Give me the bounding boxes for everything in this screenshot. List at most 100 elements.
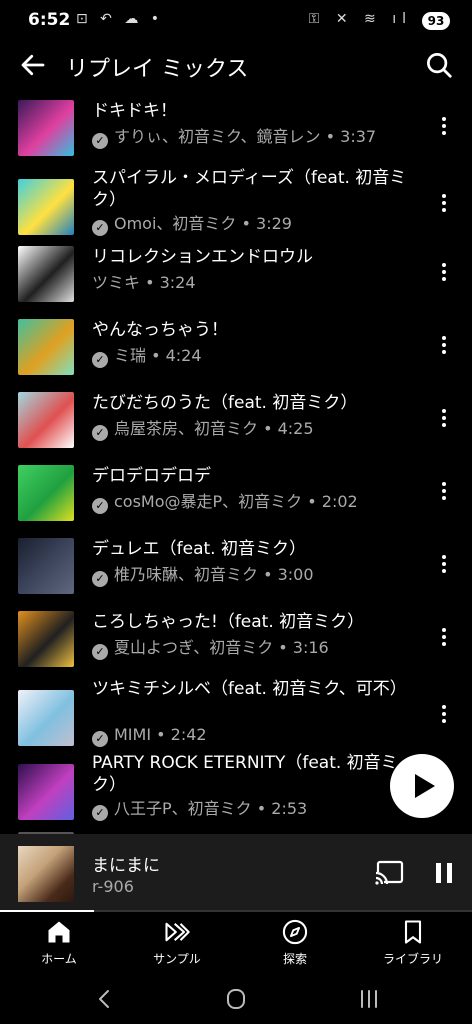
verified-check-icon: ✓ bbox=[92, 805, 108, 821]
library-icon bbox=[404, 920, 422, 944]
verified-check-icon: ✓ bbox=[92, 220, 108, 236]
track-row[interactable]: やんなっちゃう！ ✓ ミ瑞 • 4:24 bbox=[0, 311, 472, 385]
back-icon[interactable] bbox=[90, 986, 120, 1012]
track-thumbnail bbox=[18, 465, 74, 521]
track-meta: ミ瑞 • 4:24 bbox=[114, 346, 202, 365]
pause-icon[interactable] bbox=[432, 860, 456, 886]
system-status-icons: ⚿ ✕ ≋ ıl bbox=[308, 11, 412, 27]
more-options-icon[interactable] bbox=[432, 479, 456, 507]
nav-explore-label: 探索 bbox=[282, 952, 307, 966]
track-row[interactable]: リコレクションエンドロウル ツミキ • 3:24 bbox=[0, 238, 472, 312]
track-subtitle: ✓ すりぃ、初音ミク、鏡音レン • 3:37 bbox=[92, 126, 422, 149]
home-icon bbox=[48, 921, 70, 943]
more-options-dot bbox=[442, 350, 446, 354]
more-options-dot bbox=[442, 277, 446, 281]
track-thumbnail bbox=[18, 100, 74, 156]
nav-samples[interactable]: サンプル bbox=[118, 918, 236, 974]
track-subtitle: ✓ 椎乃味醂、初音ミク • 3:00 bbox=[92, 564, 422, 587]
track-subtitle: ✓ 八王子P、初音ミク • 2:53 bbox=[92, 798, 422, 821]
more-options-dot bbox=[442, 712, 446, 716]
more-options-dot bbox=[442, 263, 446, 267]
play-button[interactable] bbox=[390, 754, 454, 818]
more-options-dot bbox=[442, 201, 446, 205]
track-subtitle: ✓ Omoi、初音ミク • 3:29 bbox=[92, 213, 422, 236]
nav-library[interactable]: ライブラリ bbox=[354, 918, 472, 974]
track-thumbnail bbox=[18, 764, 74, 820]
home-circle-icon[interactable] bbox=[221, 986, 251, 1012]
more-options-icon[interactable] bbox=[432, 625, 456, 653]
track-thumbnail bbox=[18, 246, 74, 302]
verified-check-icon: ✓ bbox=[92, 352, 108, 368]
more-options-dot bbox=[442, 409, 446, 413]
more-options-icon[interactable] bbox=[432, 406, 456, 434]
more-options-icon[interactable] bbox=[432, 552, 456, 580]
track-row[interactable]: たびだちのうた（feat. 初音ミク） ✓ 烏屋茶房、初音ミク • 4:25 bbox=[0, 384, 472, 458]
more-options-dot bbox=[442, 482, 446, 486]
verified-check-icon: ✓ bbox=[92, 498, 108, 514]
more-options-dot bbox=[442, 124, 446, 128]
track-meta: ツミキ • 3:24 bbox=[92, 273, 196, 292]
nav-library-label: ライブラリ bbox=[382, 952, 443, 966]
more-options-dot bbox=[442, 555, 446, 559]
track-row[interactable]: ころしちゃった!（feat. 初音ミク） ✓ 夏山よつぎ、初音ミク • 3:16 bbox=[0, 603, 472, 677]
nav-explore[interactable]: 探索 bbox=[236, 918, 354, 974]
track-title: デュレエ（feat. 初音ミク） bbox=[92, 539, 306, 559]
verified-check-icon: ✓ bbox=[92, 731, 108, 747]
more-options-icon[interactable] bbox=[432, 702, 456, 730]
track-thumbnail bbox=[18, 690, 74, 746]
track-title: リコレクションエンドロウル bbox=[92, 247, 313, 267]
track-title: たびだちのうた（feat. 初音ミク） bbox=[92, 393, 358, 413]
mini-player[interactable]: まにまに r-906 bbox=[0, 834, 472, 912]
more-options-dot bbox=[442, 569, 446, 573]
verified-check-icon: ✓ bbox=[92, 425, 108, 441]
verified-check-icon: ✓ bbox=[92, 571, 108, 587]
track-thumbnail bbox=[18, 611, 74, 667]
track-thumbnail bbox=[18, 538, 74, 594]
more-options-dot bbox=[442, 208, 446, 212]
more-options-dot bbox=[442, 628, 446, 632]
track-subtitle: ✓ 夏山よつぎ、初音ミク • 3:16 bbox=[92, 637, 422, 660]
play-icon bbox=[415, 774, 435, 798]
track-meta: 八王子P、初音ミク • 2:53 bbox=[114, 799, 308, 818]
recents-icon[interactable] bbox=[354, 986, 384, 1012]
app-header: リプレイ ミックス bbox=[0, 40, 472, 92]
track-meta: MIMI • 2:42 bbox=[114, 725, 207, 744]
more-options-dot bbox=[442, 562, 446, 566]
search-icon[interactable] bbox=[424, 50, 454, 80]
track-subtitle: ツミキ • 3:24 bbox=[92, 272, 422, 294]
track-thumbnail bbox=[18, 392, 74, 448]
track-thumbnail bbox=[18, 319, 74, 375]
track-row[interactable]: デュレエ（feat. 初音ミク） ✓ 椎乃味醂、初音ミク • 3:00 bbox=[0, 530, 472, 604]
more-options-icon[interactable] bbox=[432, 114, 456, 142]
track-title: ころしちゃった!（feat. 初音ミク） bbox=[92, 612, 365, 632]
more-options-dot bbox=[442, 719, 446, 723]
track-meta: 夏山よつぎ、初音ミク • 3:16 bbox=[114, 638, 329, 657]
more-options-icon[interactable] bbox=[432, 191, 456, 219]
bottom-navigation: ホーム サンプル 探索 ライブラリ bbox=[0, 912, 472, 974]
notification-icons: ⊡ ↶ ☁ • bbox=[76, 11, 164, 27]
nav-home-label: ホーム bbox=[41, 952, 77, 966]
track-meta: すりぃ、初音ミク、鏡音レン • 3:37 bbox=[114, 127, 377, 146]
status-time: 6:52 bbox=[28, 10, 71, 30]
now-playing-title: まにまに bbox=[92, 856, 160, 876]
more-options-dot bbox=[442, 635, 446, 639]
track-list[interactable]: ドキドキ！ ✓ すりぃ、初音ミク、鏡音レン • 3:37 スパイラル・メロディーズ（f… bbox=[0, 92, 472, 834]
more-options-dot bbox=[442, 705, 446, 709]
track-title: ドキドキ！ bbox=[92, 101, 177, 121]
arrow-left-icon[interactable] bbox=[18, 50, 48, 80]
nav-samples-label: サンプル bbox=[153, 952, 201, 966]
track-meta: Omoi、初音ミク • 3:29 bbox=[114, 214, 292, 233]
cast-icon[interactable] bbox=[374, 860, 404, 886]
more-options-dot bbox=[442, 496, 446, 500]
nav-home[interactable]: ホーム bbox=[0, 918, 118, 974]
now-playing-artist: r-906 bbox=[92, 877, 134, 896]
track-title: PARTY ROCK ETERNITY（feat. 初音ミク） bbox=[92, 753, 398, 795]
more-options-dot bbox=[442, 642, 446, 646]
verified-check-icon: ✓ bbox=[92, 644, 108, 660]
more-options-icon[interactable] bbox=[432, 333, 456, 361]
track-row[interactable]: ドキドキ！ ✓ すりぃ、初音ミク、鏡音レン • 3:37 bbox=[0, 92, 472, 166]
more-options-dot bbox=[442, 423, 446, 427]
more-options-dot bbox=[442, 336, 446, 340]
track-row[interactable]: デロデロデロデ ✓ cosMo@暴走P、初音ミク • 2:02 bbox=[0, 457, 472, 531]
more-options-icon[interactable] bbox=[432, 260, 456, 288]
